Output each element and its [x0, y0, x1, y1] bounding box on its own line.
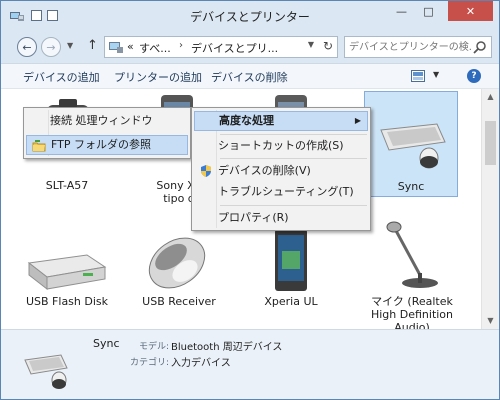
devices-printers-window: デバイスとプリンター — □ ✕ ← → ▼ ↑ « すべ... › デバイスと… — [0, 0, 500, 400]
menu-separator — [220, 158, 367, 159]
breadcrumb-devices-printers[interactable]: デバイスとプリ... — [191, 40, 278, 56]
menu-item-label: 接続 処理ウィンドウ — [50, 114, 153, 127]
back-button[interactable]: ← — [17, 37, 37, 57]
device-label: USB Receiver — [142, 295, 216, 308]
mouse-icon — [148, 237, 206, 289]
title-bar: デバイスとプリンター — □ ✕ — [1, 1, 499, 31]
scroll-thumb[interactable] — [485, 121, 496, 165]
search-box[interactable] — [344, 36, 492, 58]
up-button[interactable]: ↑ — [87, 38, 98, 53]
menu-item-label: デバイスの削除(V) — [218, 164, 311, 177]
breadcrumb-separator[interactable]: › — [179, 40, 183, 51]
change-view-icon[interactable] — [411, 70, 425, 82]
shield-icon — [201, 165, 211, 177]
minimize-button[interactable]: — — [388, 1, 415, 21]
vertical-scrollbar[interactable]: ▲ ▼ — [481, 89, 499, 329]
menu-item-remove-device[interactable]: デバイスの削除(V) — [194, 161, 368, 181]
details-model-label: モデル: — [138, 342, 169, 352]
keyboard-mouse-thumbnail-icon — [24, 354, 68, 389]
remove-device-button[interactable]: デバイスの削除 — [211, 69, 288, 85]
menu-item-create-shortcut[interactable]: ショートカットの作成(S) — [194, 136, 368, 156]
device-label: Xperia UL — [264, 295, 318, 308]
device-label: マイク (Realtek — [371, 295, 453, 308]
drive-icon — [27, 254, 107, 291]
menu-item-label: プロパティ(R) — [218, 211, 289, 224]
scroll-up-icon[interactable]: ▲ — [482, 89, 499, 105]
add-printer-button[interactable]: プリンターの追加 — [114, 69, 202, 85]
details-category-value: 入力デバイス — [171, 358, 231, 369]
breadcrumb-overflow[interactable]: « — [127, 40, 134, 53]
recent-locations-chevron-icon[interactable]: ▼ — [67, 41, 73, 50]
device-realtek-microphone[interactable]: マイク (Realtek High Definition Audio) — [364, 217, 460, 329]
close-button[interactable]: ✕ — [448, 1, 493, 21]
device-label: SLT-A57 — [45, 179, 89, 192]
add-device-button[interactable]: デバイスの追加 — [23, 69, 100, 85]
device-xperia-ul[interactable]: Xperia UL — [243, 227, 339, 327]
breadcrumb-all-control-panel[interactable]: すべ... — [139, 40, 171, 56]
address-bar[interactable]: « すべ... › デバイスとプリ... ▼ ↻ — [104, 36, 338, 58]
device-label: USB Flash Disk — [25, 295, 109, 308]
scroll-down-icon[interactable]: ▼ — [482, 313, 499, 329]
menu-item-label: ショートカットの作成(S) — [218, 139, 344, 152]
menu-item-advanced[interactable]: 高度な処理 ▶ — [194, 111, 368, 131]
forward-button[interactable]: → — [41, 37, 61, 57]
details-model-value: Bluetooth 周辺デバイス — [171, 342, 283, 353]
device-label-line2: High Definition — [370, 308, 454, 321]
device-usb-receiver[interactable]: USB Receiver — [131, 227, 227, 327]
menu-item-properties[interactable]: プロパティ(R) — [194, 208, 368, 228]
view-options-dropdown-icon[interactable]: ▼ — [433, 70, 439, 79]
command-bar: デバイスの追加 プリンターの追加 デバイスの削除 ▼ ? — [1, 63, 499, 89]
search-input[interactable] — [349, 40, 471, 54]
menu-item-ftp-folder[interactable]: FTP フォルダの参照 — [26, 135, 188, 155]
submenu-arrow-icon: ▶ — [354, 116, 361, 125]
maximize-button[interactable]: □ — [415, 1, 442, 21]
folder-icon — [32, 140, 46, 152]
device-usb-flash-disk[interactable]: USB Flash Disk — [19, 227, 115, 327]
menu-separator — [220, 134, 367, 135]
menu-item-connection-window[interactable]: 接続 処理ウィンドウ — [26, 111, 188, 131]
microphone-icon — [386, 221, 438, 288]
keyboard-mouse-icon — [380, 123, 446, 169]
phone-icon — [275, 229, 307, 291]
menu-item-label: FTP フォルダの参照 — [51, 138, 151, 151]
menu-separator — [220, 205, 367, 206]
device-sync[interactable]: Sync — [364, 91, 458, 197]
refresh-icon[interactable]: ↻ — [323, 39, 333, 53]
address-row: ← → ▼ ↑ « すべ... › デバイスとプリ... ▼ ↻ — [1, 31, 499, 63]
device-context-menu: 高度な処理 ▶ ショートカットの作成(S) デバイスの削除(V) トラブルシュー… — [191, 107, 371, 231]
control-panel-icon — [109, 42, 123, 53]
menu-item-troubleshoot[interactable]: トラブルシューティング(T) — [194, 182, 368, 202]
address-dropdown-icon[interactable]: ▼ — [308, 40, 314, 49]
help-icon[interactable]: ? — [467, 69, 481, 83]
details-category-label: カテゴリ: — [129, 358, 169, 368]
search-icon[interactable] — [473, 40, 487, 54]
menu-item-label: トラブルシューティング(T) — [218, 185, 354, 198]
details-pane: Sync モデル: Bluetooth 周辺デバイス カテゴリ: 入力デバイス — [1, 329, 499, 399]
device-label: Sync — [397, 180, 425, 193]
advanced-submenu: 接続 処理ウィンドウ FTP フォルダの参照 — [23, 107, 191, 159]
menu-item-label: 高度な処理 — [219, 114, 274, 127]
device-label-line3: Audio) — [394, 321, 430, 329]
